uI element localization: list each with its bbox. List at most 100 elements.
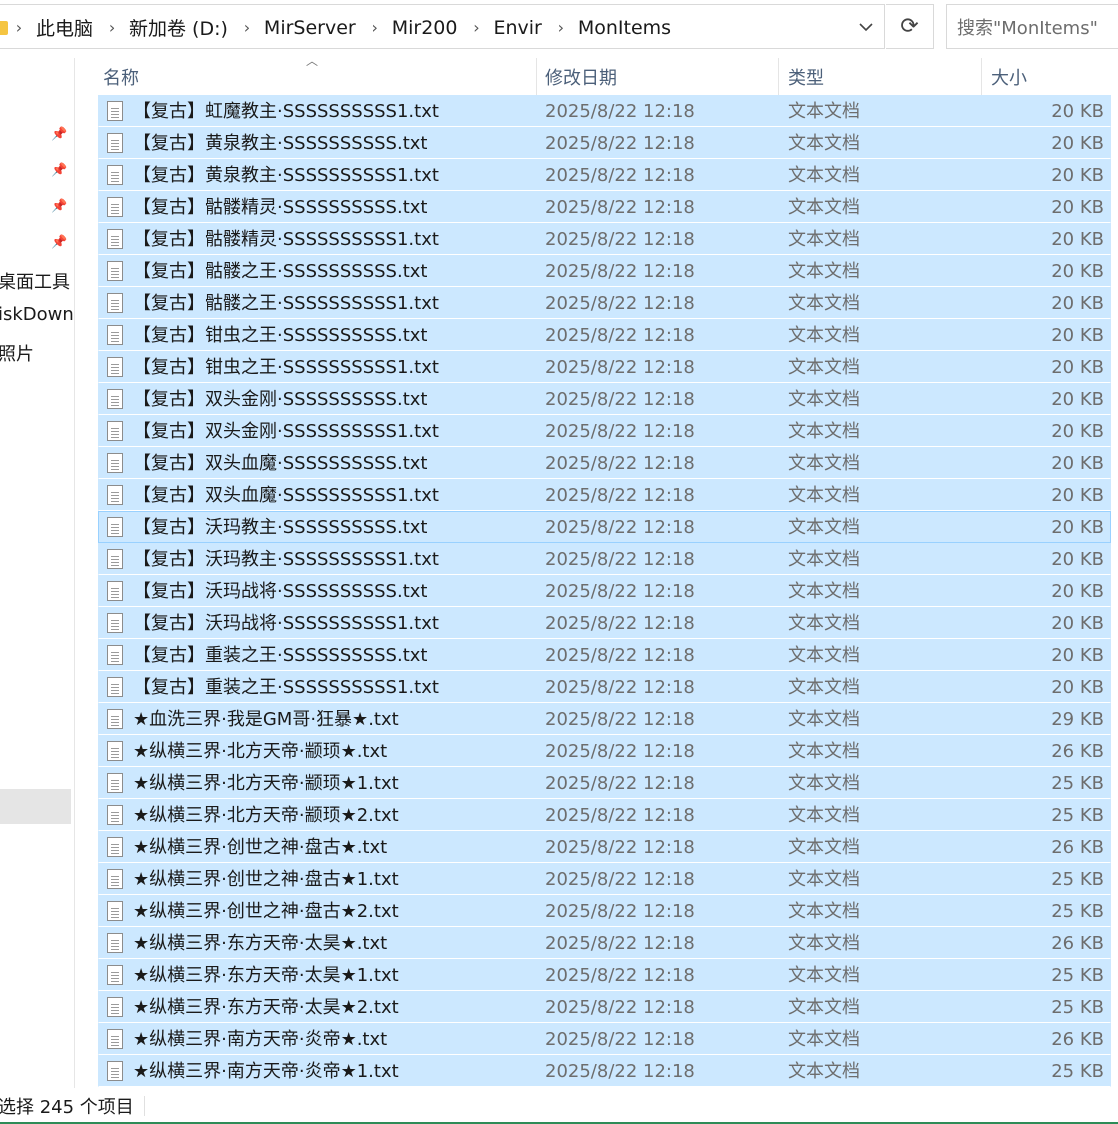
file-type: 文本文档 — [788, 581, 860, 602]
file-size: 20 KB — [1051, 389, 1104, 410]
text-file-icon — [107, 421, 123, 441]
chevron-right-icon[interactable]: › — [471, 18, 481, 37]
file-row[interactable]: 【复古】钳虫之王·SSSSSSSSSS1.txt 2025/8/22 12:18 文… — [98, 351, 1111, 383]
file-row[interactable]: 【复古】骷髅精灵·SSSSSSSSSS1.txt 2025/8/22 12:18 文… — [98, 223, 1111, 255]
column-header-date[interactable]: 修改日期 — [535, 58, 778, 96]
file-modified-date: 2025/8/22 12:18 — [545, 485, 695, 506]
file-row[interactable]: ★血洗三界·我是GM哥·狂暴★.txt 2025/8/22 12:18 文本文档 29… — [98, 703, 1111, 735]
file-type: 文本文档 — [788, 709, 860, 730]
text-file-icon — [107, 165, 123, 185]
file-name: 【复古】沃玛教主·SSSSSSSSSS1.txt — [133, 549, 439, 570]
file-row[interactable]: 【复古】沃玛教主·SSSSSSSSSS.txt 2025/8/22 12:18 文本… — [98, 511, 1111, 543]
chevron-right-icon[interactable]: › — [556, 18, 566, 37]
file-row[interactable]: ★纵横三界·东方天帝·太昊★.txt 2025/8/22 12:18 文本文档 26 … — [98, 927, 1111, 959]
file-size: 20 KB — [1051, 485, 1104, 506]
file-size: 26 KB — [1051, 1029, 1104, 1050]
file-row[interactable]: 【复古】沃玛战将·SSSSSSSSSS.txt 2025/8/22 12:18 文本… — [98, 575, 1111, 607]
text-file-icon — [107, 869, 123, 889]
file-type: 文本文档 — [788, 133, 860, 154]
breadcrumb-mir200[interactable]: Mir200 — [392, 17, 458, 39]
text-file-icon — [107, 677, 123, 697]
chevron-right-icon[interactable]: › — [14, 18, 24, 37]
nav-item-selected[interactable] — [0, 789, 71, 824]
file-row[interactable]: 【复古】重装之王·SSSSSSSSSS.txt 2025/8/22 12:18 文本… — [98, 639, 1111, 671]
file-modified-date: 2025/8/22 12:18 — [545, 1061, 695, 1082]
file-row[interactable]: 【复古】双头血魔·SSSSSSSSSS1.txt 2025/8/22 12:18 文… — [98, 479, 1111, 511]
nav-item-desktop-tools[interactable]: 桌面工具 — [0, 268, 70, 294]
file-row[interactable]: ★纵横三界·北方天帝·颛顼★.txt 2025/8/22 12:18 文本文档 26 … — [98, 735, 1111, 767]
file-size: 20 KB — [1051, 165, 1104, 186]
file-row[interactable]: 【复古】虹魔教主·SSSSSSSSSS1.txt 2025/8/22 12:18 文… — [98, 95, 1111, 127]
file-type: 文本文档 — [788, 901, 860, 922]
file-name: ★纵横三界·北方天帝·颛顼★2.txt — [133, 805, 399, 826]
file-type: 文本文档 — [788, 645, 860, 666]
file-row[interactable]: ★纵横三界·南方天帝·炎帝★1.txt 2025/8/22 12:18 文本文档 25… — [98, 1055, 1111, 1087]
text-file-icon — [107, 997, 123, 1017]
breadcrumb-monitems[interactable]: MonItems — [578, 17, 671, 39]
file-row[interactable]: ★纵横三界·东方天帝·太昊★2.txt 2025/8/22 12:18 文本文档 25… — [98, 991, 1111, 1023]
file-row[interactable]: 【复古】骷髅精灵·SSSSSSSSSS.txt 2025/8/22 12:18 文本… — [98, 191, 1111, 223]
file-type: 文本文档 — [788, 741, 860, 762]
column-header-name[interactable]: 名称 — [93, 58, 536, 96]
breadcrumb-drive-d[interactable]: 新加卷 (D:) — [129, 14, 228, 41]
file-modified-date: 2025/8/22 12:18 — [545, 997, 695, 1018]
file-name: ★纵横三界·创世之神·盘古★2.txt — [133, 901, 399, 922]
breadcrumb-this-pc[interactable]: 此电脑 — [36, 14, 93, 41]
file-row[interactable]: 【复古】黄泉教主·SSSSSSSSSS1.txt 2025/8/22 12:18 文… — [98, 159, 1111, 191]
file-row[interactable]: 【复古】沃玛战将·SSSSSSSSSS1.txt 2025/8/22 12:18 文… — [98, 607, 1111, 639]
file-row[interactable]: ★纵横三界·创世之神·盘古★1.txt 2025/8/22 12:18 文本文档 25… — [98, 863, 1111, 895]
column-header-type[interactable]: 类型 — [778, 58, 981, 96]
file-name: 【复古】沃玛战将·SSSSSSSSSS.txt — [133, 581, 428, 602]
nav-item-photos[interactable]: 照片 — [0, 340, 34, 366]
file-row[interactable]: ★纵横三界·北方天帝·颛顼★1.txt 2025/8/22 12:18 文本文档 25… — [98, 767, 1111, 799]
file-name: 【复古】钳虫之王·SSSSSSSSSS1.txt — [133, 357, 439, 378]
file-type: 文本文档 — [788, 197, 860, 218]
address-history-dropdown[interactable] — [846, 4, 886, 49]
chevron-right-icon[interactable]: › — [107, 18, 117, 37]
file-name: ★纵横三界·北方天帝·颛顼★1.txt — [133, 773, 399, 794]
chevron-right-icon[interactable]: › — [242, 18, 252, 37]
file-name: 【复古】双头血魔·SSSSSSSSSS.txt — [133, 453, 428, 474]
status-selection-count: 选择 245 个项目 — [0, 1097, 134, 1118]
nav-pane-divider[interactable] — [74, 58, 75, 1088]
file-modified-date: 2025/8/22 12:18 — [545, 549, 695, 570]
file-row[interactable]: 【复古】双头金刚·SSSSSSSSSS1.txt 2025/8/22 12:18 文… — [98, 415, 1111, 447]
chevron-right-icon[interactable]: › — [370, 18, 380, 37]
file-row[interactable]: 【复古】钳虫之王·SSSSSSSSSS.txt 2025/8/22 12:18 文本… — [98, 319, 1111, 351]
file-type: 文本文档 — [788, 229, 860, 250]
file-modified-date: 2025/8/22 12:18 — [545, 197, 695, 218]
file-modified-date: 2025/8/22 12:18 — [545, 133, 695, 154]
file-row[interactable]: 【复古】重装之王·SSSSSSSSSS1.txt 2025/8/22 12:18 文… — [98, 671, 1111, 703]
file-type: 文本文档 — [788, 453, 860, 474]
file-modified-date: 2025/8/22 12:18 — [545, 357, 695, 378]
file-row[interactable]: 【复古】沃玛教主·SSSSSSSSSS1.txt 2025/8/22 12:18 文… — [98, 543, 1111, 575]
file-row[interactable]: ★纵横三界·创世之神·盘古★2.txt 2025/8/22 12:18 文本文档 25… — [98, 895, 1111, 927]
nav-item-diskdown[interactable]: iskDown — [0, 304, 74, 325]
text-file-icon — [107, 965, 123, 985]
breadcrumb-mirserver[interactable]: MirServer — [264, 17, 356, 39]
file-row[interactable]: 【复古】双头血魔·SSSSSSSSSS.txt 2025/8/22 12:18 文本… — [98, 447, 1111, 479]
file-modified-date: 2025/8/22 12:18 — [545, 517, 695, 538]
address-bar[interactable]: › 此电脑 › 新加卷 (D:) › MirServer › Mir200 › … — [0, 4, 885, 49]
file-row[interactable]: 【复古】骷髅之王·SSSSSSSSSS1.txt 2025/8/22 12:18 文… — [98, 287, 1111, 319]
file-name: ★纵横三界·创世之神·盘古★.txt — [133, 837, 388, 858]
file-size: 20 KB — [1051, 453, 1104, 474]
file-row[interactable]: 【复古】双头金刚·SSSSSSSSSS.txt 2025/8/22 12:18 文本… — [98, 383, 1111, 415]
text-file-icon — [107, 709, 123, 729]
file-row[interactable]: 【复古】骷髅之王·SSSSSSSSSS.txt 2025/8/22 12:18 文本… — [98, 255, 1111, 287]
text-file-icon — [107, 389, 123, 409]
file-row[interactable]: 【复古】黄泉教主·SSSSSSSSSS.txt 2025/8/22 12:18 文本… — [98, 127, 1111, 159]
file-row[interactable]: ★纵横三界·南方天帝·炎帝★.txt 2025/8/22 12:18 文本文档 26 … — [98, 1023, 1111, 1055]
breadcrumb-envir[interactable]: Envir — [493, 17, 541, 39]
refresh-button[interactable]: ⟳ — [886, 4, 934, 49]
text-file-icon — [107, 197, 123, 217]
file-modified-date: 2025/8/22 12:18 — [545, 325, 695, 346]
refresh-icon: ⟳ — [900, 14, 919, 39]
column-header-size[interactable]: 大小 — [981, 58, 1111, 96]
search-input[interactable]: 搜索"MonItems" — [946, 4, 1118, 49]
file-row[interactable]: ★纵横三界·东方天帝·太昊★1.txt 2025/8/22 12:18 文本文档 25… — [98, 959, 1111, 991]
file-size: 25 KB — [1051, 805, 1104, 826]
file-row[interactable]: ★纵横三界·创世之神·盘古★.txt 2025/8/22 12:18 文本文档 26 … — [98, 831, 1111, 863]
file-name: 【复古】骷髅之王·SSSSSSSSSS.txt — [133, 261, 428, 282]
file-row[interactable]: ★纵横三界·北方天帝·颛顼★2.txt 2025/8/22 12:18 文本文档 25… — [98, 799, 1111, 831]
